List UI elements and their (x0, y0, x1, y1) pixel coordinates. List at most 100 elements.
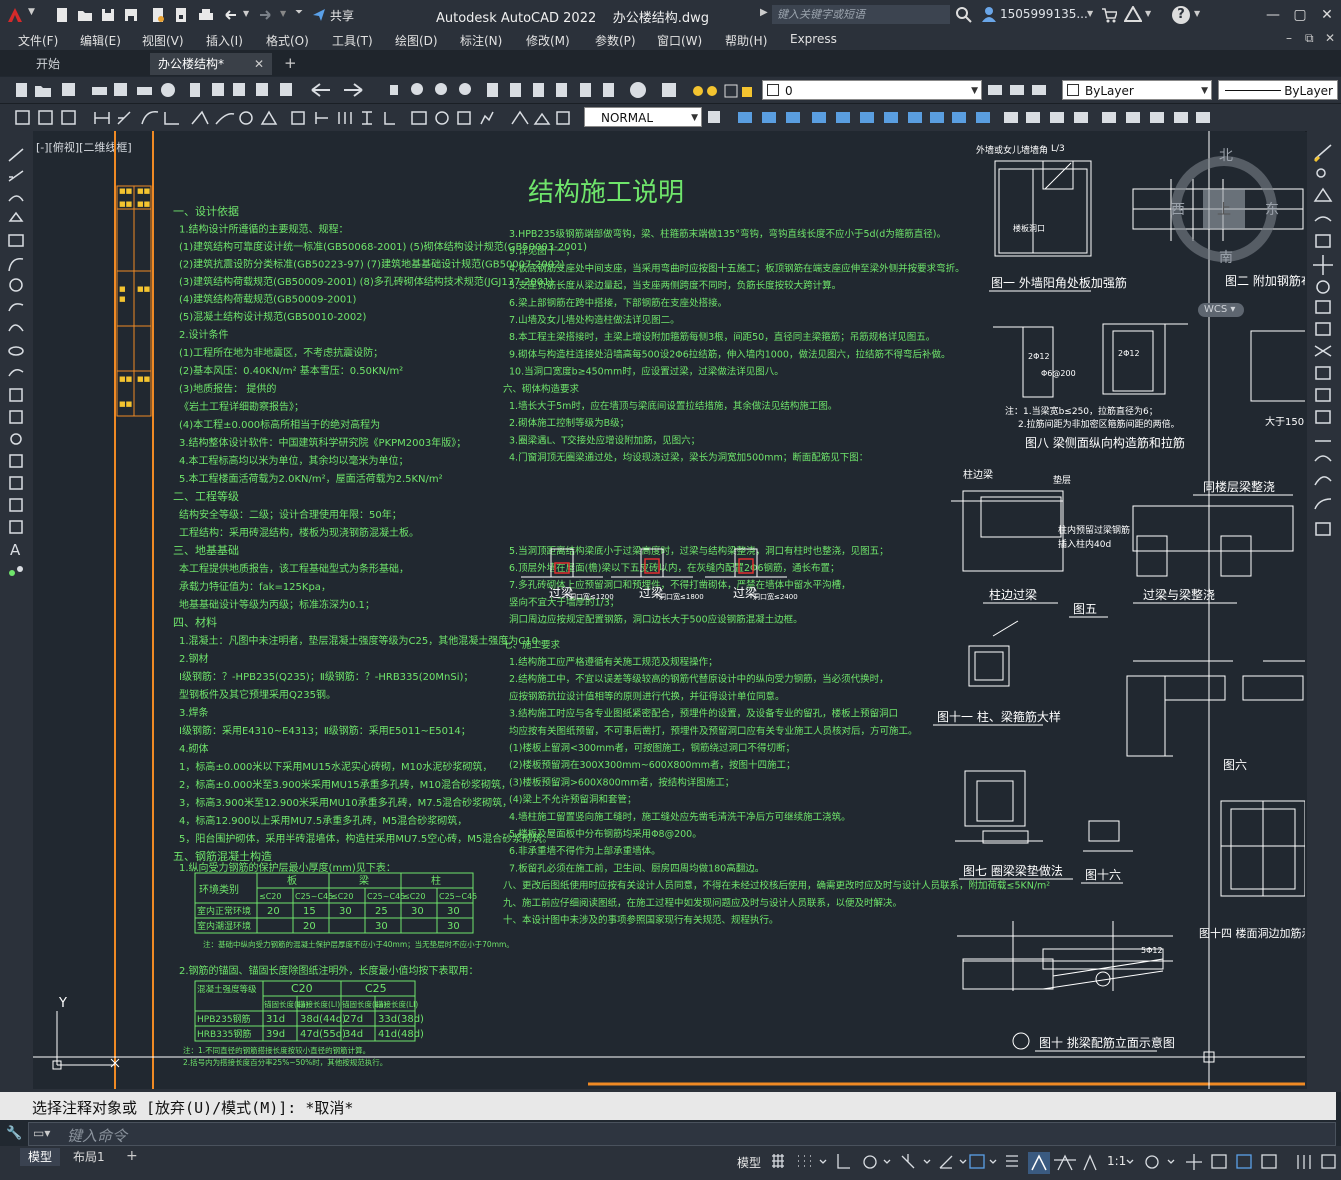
app-menu-arrow-icon[interactable]: ▼ (28, 7, 35, 17)
new-file-icon[interactable] (54, 7, 70, 23)
draw-tools-icons[interactable]: A (0, 131, 33, 591)
new-tab-icon[interactable]: + (284, 54, 297, 72)
menu-parametric[interactable]: 参数(P) (595, 32, 636, 49)
share-icon[interactable] (312, 8, 326, 22)
modify-toolbar-icons[interactable] (704, 104, 1216, 131)
add-layout-icon[interactable]: + (126, 1148, 138, 1164)
notes-line: 九、施工前应仔细阅读图纸，在施工过程中如发现问题应及时与设计人员联系，以便及时解… (503, 897, 902, 909)
table1-header: 板 (287, 874, 297, 887)
close-icon[interactable]: ✕ (1316, 5, 1338, 25)
tab-drawing[interactable]: 办公楼结构* ✕ (150, 53, 272, 75)
dimension-toolbar-icons[interactable] (0, 104, 580, 131)
app-title: Autodesk AutoCAD 2022 (436, 11, 597, 26)
viewcube[interactable]: 北 南 西 东 上 (1165, 148, 1283, 267)
notes-line: 4.门窗洞顶无圈梁通过处，均设现浇过梁，梁长为洞宽加500mm；断面配筋见下图： (509, 452, 868, 464)
notes-line: (2)楼板预留洞在300X300mm~600X800mm者，按图十四施工； (509, 759, 795, 771)
menu-file[interactable]: 文件(F) (18, 32, 58, 49)
menu-modify[interactable]: 修改(M) (526, 32, 570, 49)
menu-format[interactable]: 格式(O) (266, 32, 309, 49)
menu-edit[interactable]: 编辑(E) (80, 32, 121, 49)
layout-tab-model[interactable]: 模型 (20, 1148, 61, 1166)
maximize-icon[interactable]: ▢ (1289, 5, 1311, 25)
autodesk-app-icon[interactable] (1124, 6, 1142, 22)
menu-draw[interactable]: 绘图(D) (395, 32, 438, 49)
lintel-sublabel: 洞口宽≤2400 (753, 592, 798, 601)
cover-thickness-table: 环境类别板梁柱≤C20 C25~C45≤C20 C25~C45≤C20 C25~C45… (194, 872, 514, 949)
user-name[interactable]: 1505999135... (1000, 7, 1088, 21)
menu-dimension[interactable]: 标注(N) (460, 32, 502, 49)
standard-toolbar-icons[interactable] (0, 77, 690, 103)
detail-line (1044, 162, 1072, 190)
detail-label: 同楼层梁整浇 (1203, 479, 1275, 494)
viewcube-south[interactable]: 南 (1219, 247, 1233, 267)
command-prompt-icon[interactable]: ▭▾ (33, 1126, 50, 1140)
redo-icon[interactable] (258, 7, 274, 23)
doc-restore-icon[interactable]: ⧉ (1305, 31, 1314, 46)
search-input[interactable]: 键入关键字或短语 (772, 5, 950, 24)
minimize-icon[interactable]: — (1262, 5, 1284, 25)
table2-cell: 31d (266, 1014, 285, 1025)
open-web-icon[interactable] (150, 7, 166, 23)
viewcube-west[interactable]: 西 (1171, 199, 1185, 219)
layer-state-icons[interactable] (690, 82, 760, 100)
tab-start[interactable]: 开始 (28, 53, 146, 75)
anchorage-length-table: 混凝土强度等级 C20 C25锚固长度(La)搭接长度(Ll) 锚固长度(La)搭接长… (183, 980, 424, 1067)
cart-icon[interactable] (1101, 7, 1117, 23)
menu-help[interactable]: 帮助(H) (725, 32, 767, 49)
detail-label: Φ6@200 (1041, 369, 1076, 378)
search-icon[interactable] (956, 7, 972, 23)
drawing-canvas[interactable]: [-][俯视][二维线框] ■■ ■■ ■■ ■■ ■ ■ ■■ ■■ ■■ ■■ Y (33, 131, 1305, 1089)
save-icon[interactable] (100, 7, 116, 23)
redo-dropdown-icon[interactable]: ▼ (280, 9, 286, 18)
customize-qat-icon[interactable]: ⏷ (295, 7, 303, 18)
modify-tools-icons[interactable] (1307, 131, 1341, 551)
menu-tools[interactable]: 工具(T) (332, 32, 373, 49)
save-web-icon[interactable] (173, 7, 189, 23)
layer-tools-icons[interactable] (985, 81, 1055, 99)
viewcube-top[interactable]: 上 (1217, 199, 1231, 219)
open-file-icon[interactable] (77, 7, 93, 23)
detail-line (992, 620, 1019, 637)
model-space-button[interactable]: 模型 (737, 1154, 761, 1171)
command-input[interactable]: ▭▾ 键入命令 (28, 1122, 1336, 1146)
share-label[interactable]: 共享 (330, 7, 354, 24)
notes-line: 4.本工程标高均以米为单位，其余均以毫米为单位； (179, 454, 409, 467)
menu-express[interactable]: Express (790, 32, 837, 46)
color-dropdown[interactable]: ByLayer ▼ (1062, 80, 1212, 100)
plot-icon[interactable] (198, 7, 214, 23)
doc-minimize-icon[interactable]: – (1286, 31, 1292, 45)
wcs-menu[interactable]: WCS ▾ (1198, 303, 1244, 317)
detail-label: 插入柱内40d (1058, 538, 1111, 550)
autocad-logo-icon[interactable] (6, 6, 24, 24)
user-dropdown-icon[interactable]: ▼ (1087, 9, 1093, 18)
notes-line: 一、设计依据 (173, 204, 239, 218)
user-icon[interactable] (981, 6, 997, 22)
autodesk-app-dropdown-icon[interactable]: ▼ (1145, 9, 1151, 18)
layout-tab-layout1[interactable]: 布局1 (65, 1148, 113, 1166)
command-customize-icon[interactable]: 🔧 (6, 1126, 22, 1141)
detail-rect (1022, 326, 1054, 398)
detail-label: 图六 (1223, 758, 1247, 772)
search-expand-icon[interactable]: ▶ (760, 7, 768, 18)
help-icon[interactable]: ? (1172, 6, 1190, 24)
menu-insert[interactable]: 插入(I) (206, 32, 243, 49)
save-as-icon[interactable] (123, 7, 139, 23)
doc-close-icon[interactable]: ✕ (1325, 31, 1335, 45)
undo-dropdown-icon[interactable]: ▼ (243, 9, 249, 18)
drafting-toggles[interactable] (768, 1152, 1158, 1174)
viewcube-east[interactable]: 东 (1265, 199, 1279, 219)
help-dropdown-icon[interactable]: ▼ (1194, 9, 1200, 18)
table2-header: C25 (365, 982, 387, 995)
linetype-dropdown[interactable]: ByLayer (1218, 80, 1338, 100)
status-tray-icons[interactable] (1124, 1152, 1341, 1174)
detail-label: 楼板洞口 (1013, 223, 1045, 233)
undo-icon[interactable] (222, 7, 238, 23)
dimstyle-dropdown[interactable]: NORMAL ▼ (584, 107, 702, 127)
layer-dropdown[interactable]: 0 ▼ (762, 80, 982, 100)
detail-label: 柱边梁 (963, 468, 993, 481)
viewcube-north[interactable]: 北 (1219, 145, 1233, 165)
detail-rect (1132, 505, 1294, 552)
tab-close-icon[interactable]: ✕ (254, 53, 264, 75)
menu-window[interactable]: 窗口(W) (657, 32, 702, 49)
menu-view[interactable]: 视图(V) (142, 32, 184, 49)
